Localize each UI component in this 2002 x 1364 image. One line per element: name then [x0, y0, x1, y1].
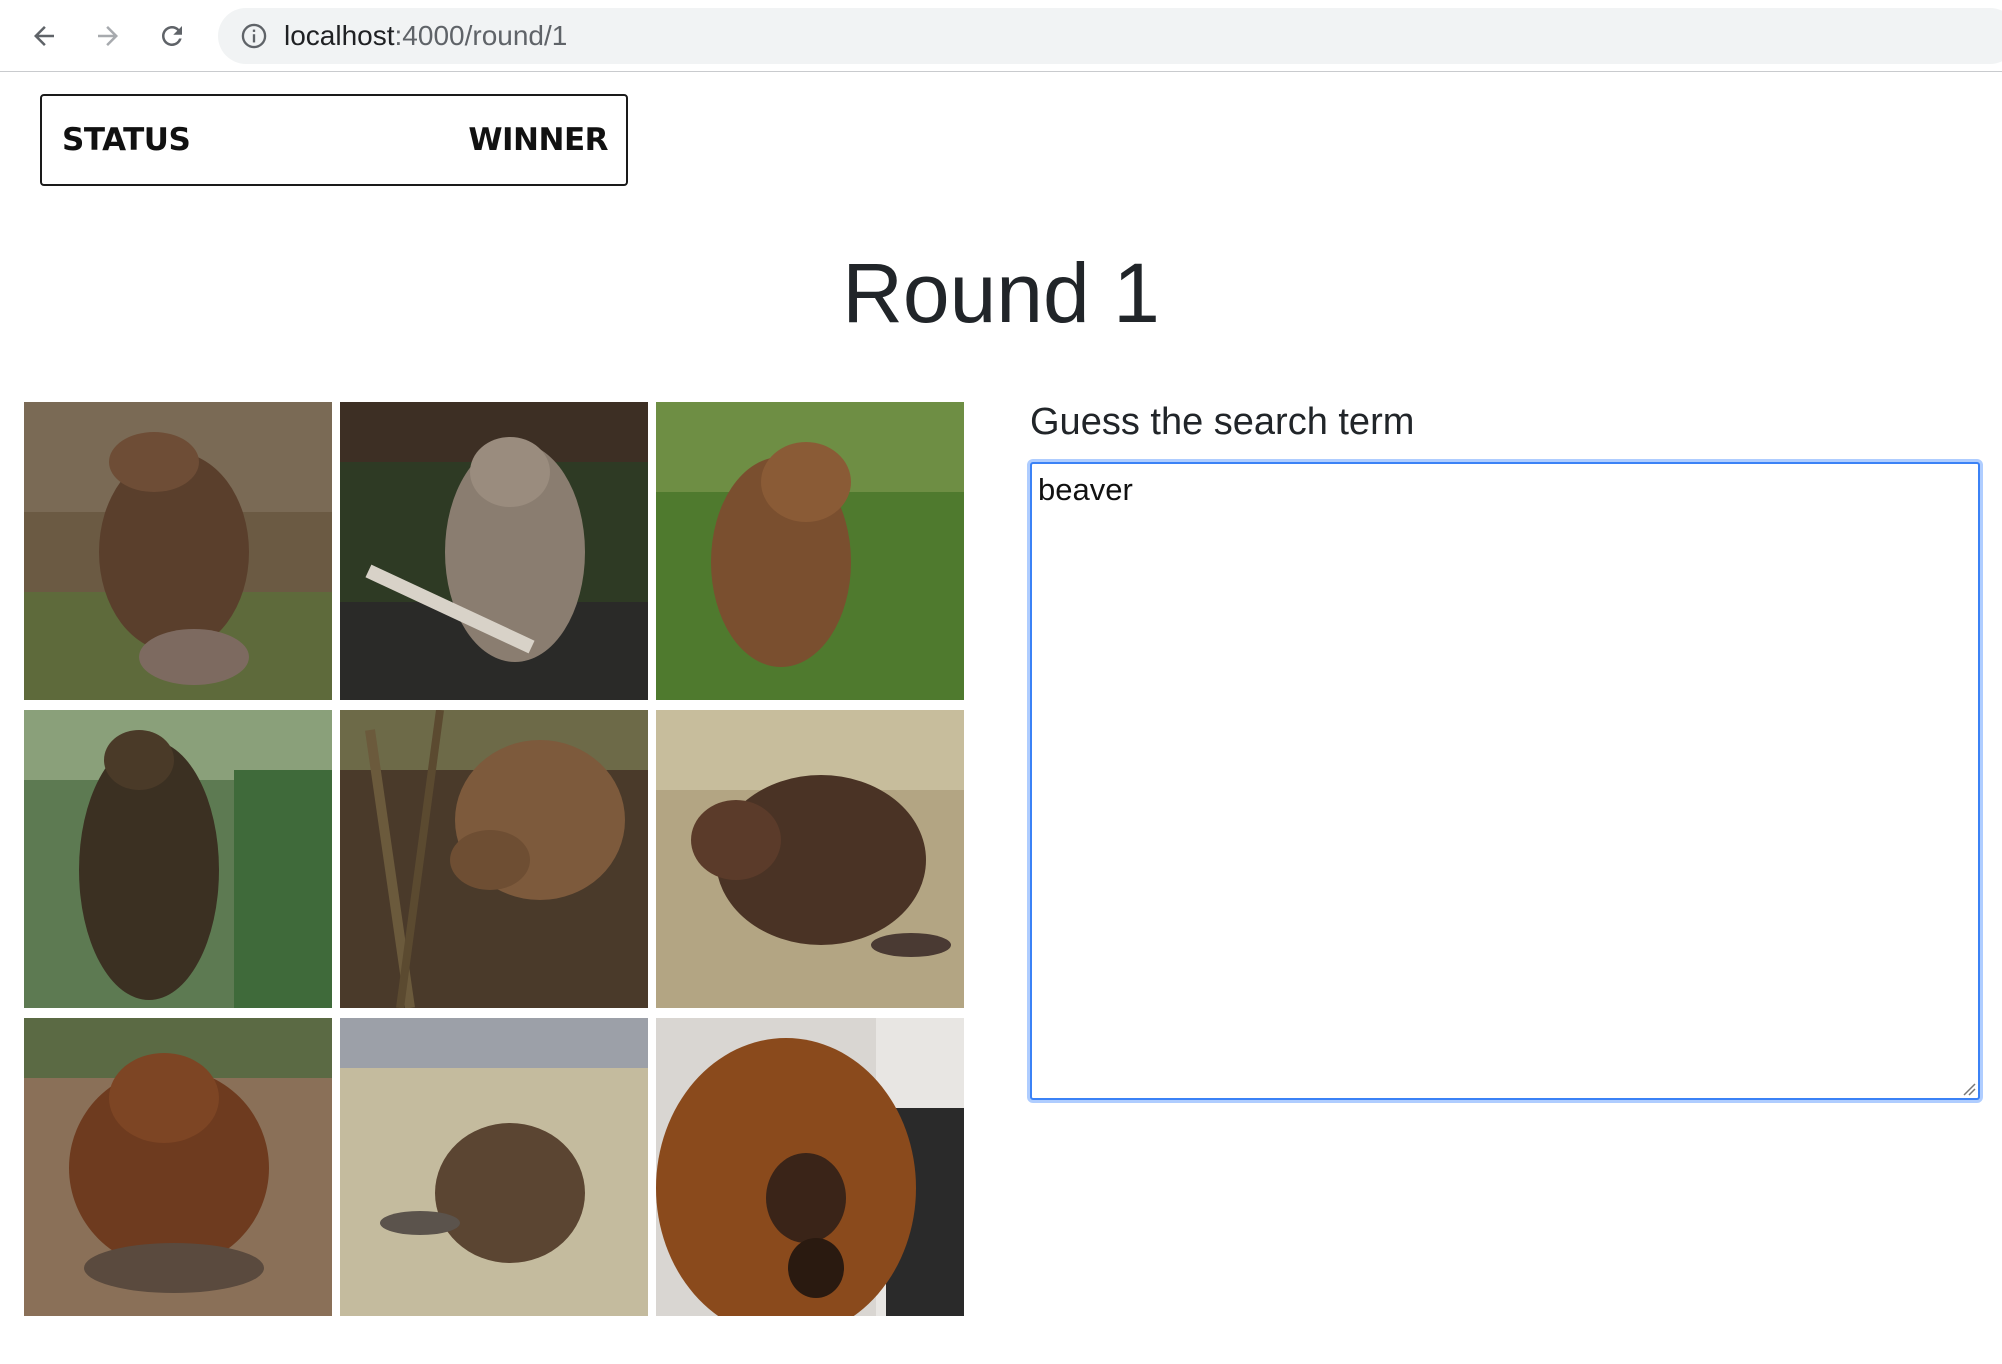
beaver-photo	[340, 402, 648, 700]
guess-input[interactable]: beaver	[1030, 462, 1980, 1100]
forward-button[interactable]	[86, 14, 130, 58]
address-bar[interactable]: localhost:4000/round/1	[218, 8, 2002, 64]
status-label: STATUS	[62, 122, 191, 158]
image-tile	[24, 710, 332, 1008]
status-panel: STATUS WINNER	[40, 94, 628, 186]
arrow-right-icon	[98, 26, 118, 46]
image-tile	[656, 1018, 964, 1316]
image-tile	[656, 710, 964, 1008]
beaver-photo	[656, 402, 964, 700]
reload-icon	[162, 26, 182, 46]
image-grid	[24, 402, 968, 1316]
back-button[interactable]	[22, 14, 66, 58]
page-bottom	[0, 1348, 2002, 1364]
beaver-photo	[656, 710, 964, 1008]
info-icon[interactable]	[240, 22, 268, 50]
image-tile	[340, 710, 648, 1008]
url-text: localhost:4000/round/1	[284, 8, 567, 64]
resize-handle-icon[interactable]	[1960, 1080, 1976, 1096]
beaver-photo	[24, 402, 332, 700]
winner-label: WINNER	[468, 122, 608, 158]
beaver-photo	[24, 1018, 332, 1316]
browser-toolbar: localhost:4000/round/1	[0, 0, 2002, 72]
image-tile	[24, 1018, 332, 1316]
beaver-photo	[24, 710, 332, 1008]
page-title: Round 1	[842, 246, 1160, 340]
image-tile	[656, 402, 964, 700]
url-host: localhost	[284, 20, 395, 51]
image-tile	[340, 1018, 648, 1316]
arrow-left-icon	[34, 26, 54, 46]
guess-label: Guess the search term	[1030, 401, 1415, 443]
beaver-photo	[656, 1018, 964, 1316]
reload-button[interactable]	[150, 14, 194, 58]
url-path: :4000/round/1	[394, 20, 568, 51]
image-tile	[340, 402, 648, 700]
beaver-photo	[340, 1018, 648, 1316]
image-tile	[24, 402, 332, 700]
beaver-photo	[340, 710, 648, 1008]
